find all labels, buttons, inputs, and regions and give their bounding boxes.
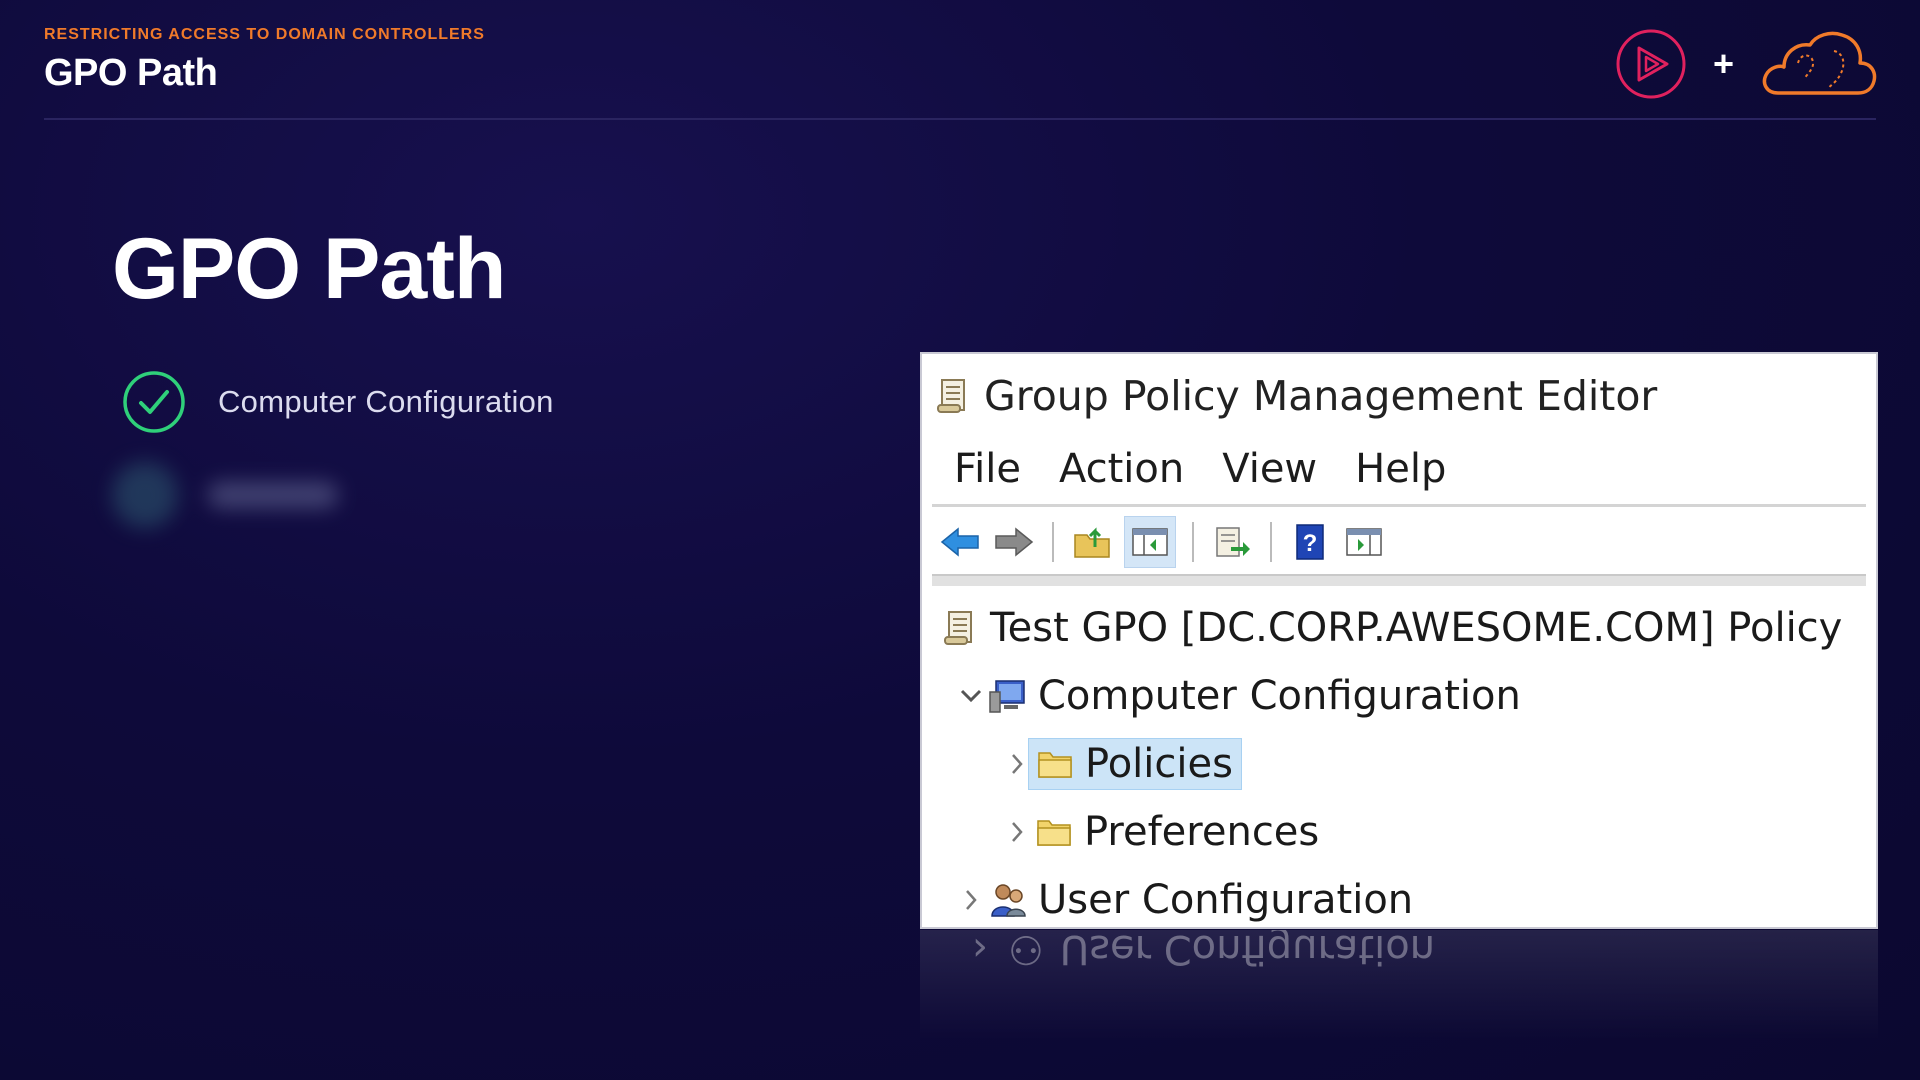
menu-help[interactable]: Help bbox=[1355, 446, 1446, 492]
policy-scroll-icon bbox=[938, 608, 982, 648]
svg-text:?: ? bbox=[1303, 530, 1318, 557]
users-icon bbox=[986, 880, 1030, 920]
tree-label: Policies bbox=[1085, 741, 1233, 787]
show-hide-action-pane-button[interactable] bbox=[1342, 520, 1386, 564]
tree-label: Test GPO [DC.CORP.AWESOME.COM] Policy bbox=[990, 605, 1843, 651]
forward-arrow-icon bbox=[995, 527, 1034, 557]
blurred-bullet-placeholder bbox=[112, 462, 338, 528]
reflection-chevron-icon: › bbox=[972, 930, 988, 972]
menu-divider bbox=[932, 504, 1866, 507]
brand-logos: + bbox=[1615, 28, 1878, 100]
show-hide-tree-icon bbox=[1132, 528, 1168, 556]
menu-file[interactable]: File bbox=[954, 446, 1021, 492]
cloud-logo-icon bbox=[1762, 31, 1877, 95]
bullet-label: Computer Configuration bbox=[218, 384, 554, 419]
window-titlebar: Group Policy Management Editor bbox=[936, 372, 1657, 420]
menu-view[interactable]: View bbox=[1222, 446, 1317, 492]
chevron-right-icon[interactable] bbox=[956, 888, 986, 912]
toolbar: ? bbox=[938, 516, 1386, 568]
header-divider bbox=[44, 118, 1876, 120]
export-list-icon bbox=[1216, 527, 1250, 557]
forward-button[interactable] bbox=[992, 520, 1036, 564]
help-button[interactable]: ? bbox=[1288, 520, 1332, 564]
tree-item-policies[interactable]: Policies bbox=[1002, 734, 1242, 794]
toolbar-separator bbox=[1052, 522, 1054, 562]
play-logo-icon bbox=[1616, 29, 1686, 99]
toolbar-divider bbox=[932, 574, 1866, 586]
tree-item-computer-configuration[interactable]: Computer Configuration bbox=[956, 666, 1521, 726]
slide-header: RESTRICTING ACCESS TO DOMAIN CONTROLLERS… bbox=[44, 26, 1876, 95]
chevron-down-icon[interactable] bbox=[956, 688, 986, 704]
section-eyebrow: RESTRICTING ACCESS TO DOMAIN CONTROLLERS bbox=[44, 26, 485, 43]
menu-action[interactable]: Action bbox=[1059, 446, 1184, 492]
tree-label: User Configuration bbox=[1038, 877, 1414, 923]
up-one-level-button[interactable] bbox=[1070, 520, 1114, 564]
reflection-label: User Configuration bbox=[1059, 930, 1436, 972]
selected-item-highlight: Policies bbox=[1028, 738, 1242, 790]
blurred-circle bbox=[112, 462, 178, 528]
reflection-content: › ⚇ User Configuration bbox=[972, 930, 1435, 972]
plus-sign: + bbox=[1712, 43, 1734, 84]
back-button[interactable] bbox=[938, 520, 982, 564]
toolbar-separator bbox=[1270, 522, 1272, 562]
tree-label: Preferences bbox=[1084, 809, 1320, 855]
checkmark-icon bbox=[123, 371, 185, 433]
export-list-button[interactable] bbox=[1210, 520, 1254, 564]
tree-item-preferences[interactable]: Preferences bbox=[1002, 802, 1319, 862]
window-reflection: › ⚇ User Configuration bbox=[920, 930, 1878, 1040]
header-title: GPO Path bbox=[44, 52, 218, 94]
window-title: Group Policy Management Editor bbox=[984, 372, 1658, 420]
back-arrow-icon bbox=[940, 527, 979, 557]
folder-icon bbox=[1032, 812, 1076, 852]
slide-title: GPO Path bbox=[112, 221, 506, 317]
toolbar-separator bbox=[1192, 522, 1194, 562]
policy-scroll-icon bbox=[937, 379, 965, 413]
tree-label: Computer Configuration bbox=[1038, 673, 1521, 719]
blurred-text bbox=[208, 482, 338, 508]
show-hide-console-tree-button[interactable] bbox=[1124, 516, 1176, 568]
tree-item-user-configuration[interactable]: User Configuration bbox=[956, 870, 1413, 930]
computer-icon bbox=[986, 676, 1030, 716]
up-folder-icon bbox=[1074, 527, 1110, 558]
gpme-window: Group Policy Management Editor File Acti… bbox=[920, 352, 1878, 929]
folder-icon bbox=[1033, 744, 1077, 784]
menu-bar: File Action View Help bbox=[954, 446, 1446, 492]
bullet-item: Computer Configuration bbox=[122, 370, 554, 434]
properties-icon bbox=[1346, 528, 1382, 556]
chevron-right-icon[interactable] bbox=[1002, 820, 1032, 844]
tree-item-root-policy[interactable]: Test GPO [DC.CORP.AWESOME.COM] Policy bbox=[938, 598, 1842, 658]
help-icon: ? bbox=[1296, 524, 1324, 560]
reflection-users-icon: ⚇ bbox=[1008, 930, 1044, 972]
